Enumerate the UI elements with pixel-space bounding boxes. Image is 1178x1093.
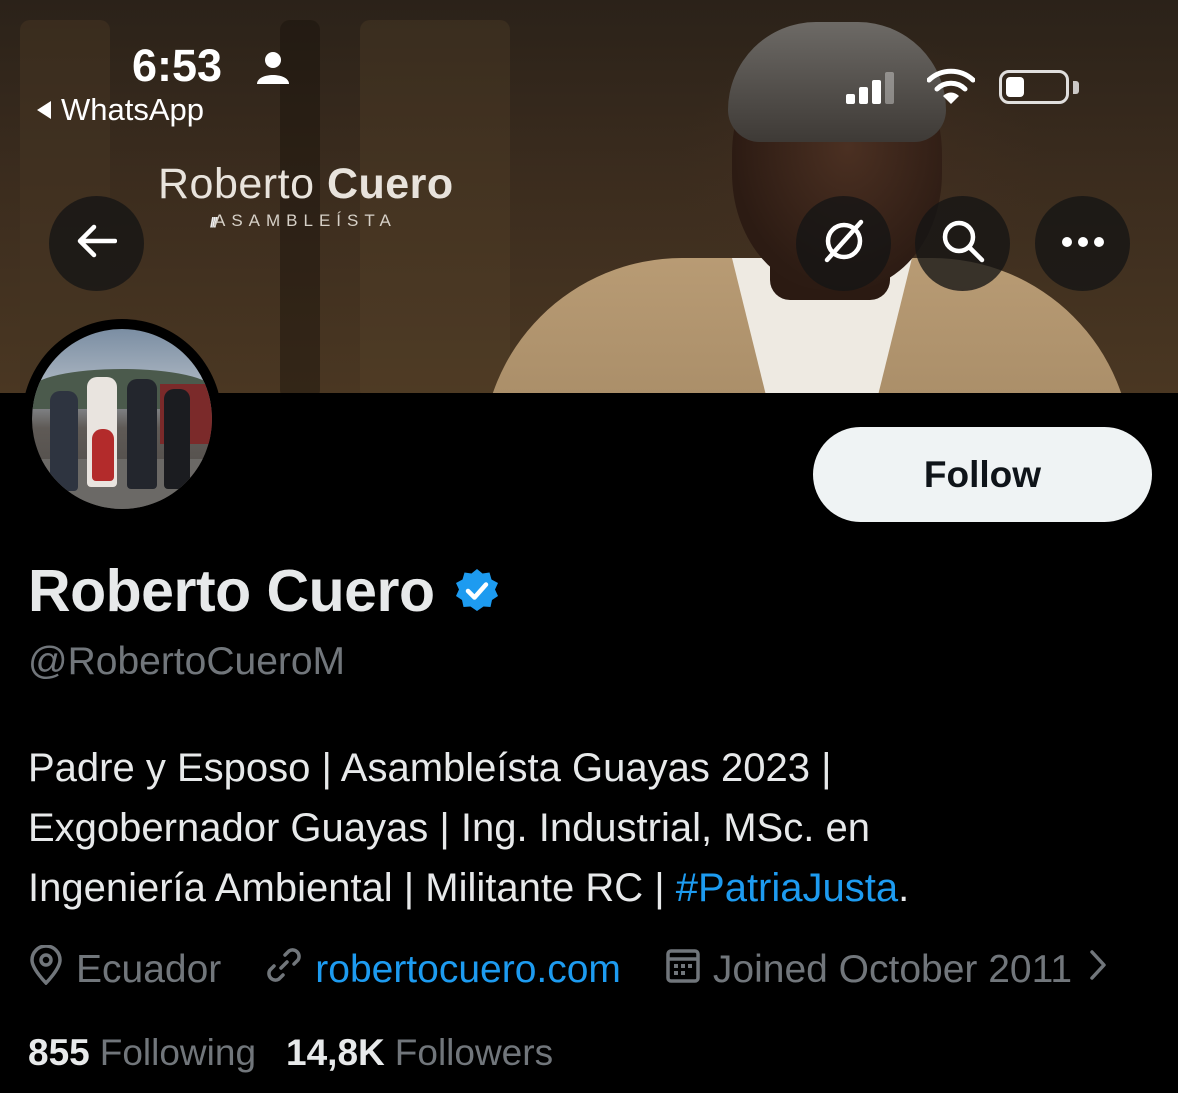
more-icon [1061,235,1105,253]
followers-label: Followers [394,1032,554,1073]
bio-line-text: Ingeniería Ambiental | Militante RC | [28,866,676,910]
bio-line: Padre y Esposo | Asambleísta Guayas 2023… [28,746,832,790]
back-button[interactable] [49,196,144,291]
wifi-icon [926,68,976,111]
link-icon [265,946,303,994]
banner-logo-name: Roberto Cuero [158,160,454,209]
more-options-button[interactable] [1035,196,1130,291]
signal-icon [846,72,896,109]
back-triangle-icon [37,101,51,119]
arrow-left-icon [77,224,117,263]
website-link[interactable]: robertocuero.com [315,948,621,992]
portrait-hair [728,22,946,142]
calendar-icon [665,946,701,994]
joined-item[interactable]: Joined October 2011 [665,946,1108,994]
location-text: Ecuador [76,948,222,991]
joined-text: Joined October 2011 [712,948,1073,991]
bio-line: Ingeniería Ambiental | Militante RC | #P… [28,858,1148,918]
battery-level [1006,77,1024,97]
search-icon [940,218,986,269]
battery-cap [1073,81,1079,94]
back-to-app-link[interactable]: WhatsApp [37,92,204,128]
avatar-person [50,391,78,491]
location-pin-icon [28,944,64,995]
profile-meta: Ecuador robertocuero.com Joined October … [28,944,1118,995]
profile-name-row: Roberto Cuero [28,557,501,625]
verified-badge-icon[interactable] [453,567,501,620]
follow-button[interactable]: Follow [813,427,1152,522]
avatar-person [164,389,190,489]
profile-stats: 855 Following 14,8K Followers [28,1032,583,1074]
banner-subtitle: ASAMBLEÍSTA [214,211,397,230]
avatar-person-dress [92,429,114,481]
battery-icon [999,70,1069,104]
person-icon [255,50,291,91]
profile-handle: @RobertoCueroM [28,640,346,683]
display-name: Roberto Cuero [28,558,435,624]
chevron-right-icon [1088,948,1108,992]
following-count: 855 [28,1032,90,1073]
back-app-label: WhatsApp [61,92,205,127]
grok-button[interactable] [796,196,891,291]
status-time: 6:53 [132,40,223,91]
following-label: Following [99,1032,257,1073]
profile-bio: Padre y Esposo | Asambleísta Guayas 2023… [28,738,1148,918]
search-button[interactable] [915,196,1010,291]
followers-count: 14,8K [286,1032,385,1073]
website-item[interactable]: robertocuero.com [265,946,621,994]
banner-name-bold: Cuero [326,160,454,208]
bio-end: . [898,866,910,910]
following-stat[interactable]: 855 Following [28,1032,256,1074]
avatar-photo [32,329,212,509]
bio-line: Exgobernador Guayas | Ing. Industrial, M… [28,806,870,850]
profile-avatar[interactable] [22,319,222,519]
grok-icon [821,218,867,269]
hashtag-link[interactable]: #PatriaJusta [676,866,898,910]
banner-name-regular: Roberto [158,160,315,208]
location-item: Ecuador [28,944,222,995]
followers-stat[interactable]: 14,8K Followers [286,1032,553,1074]
avatar-person [127,379,157,489]
